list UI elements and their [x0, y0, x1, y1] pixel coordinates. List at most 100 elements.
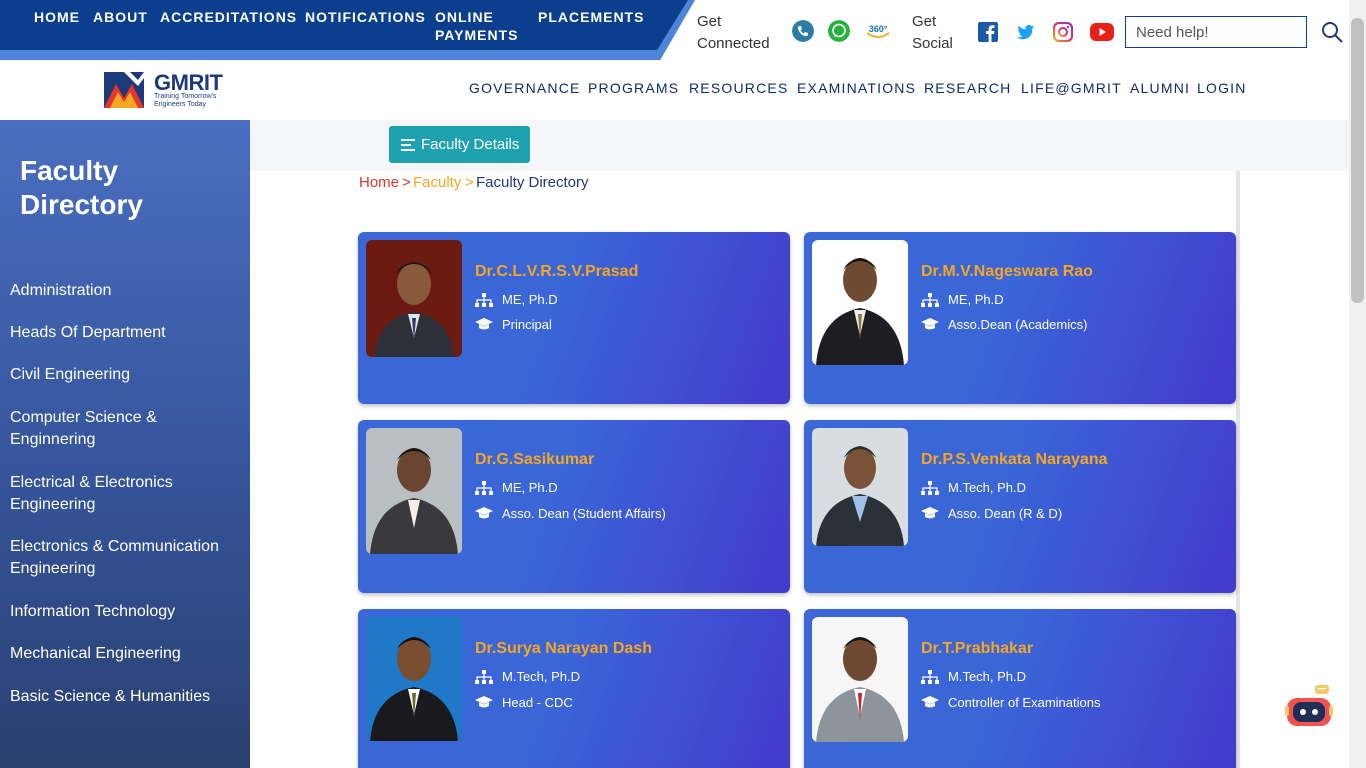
faculty-name: Dr.Surya Narayan Dash: [475, 640, 652, 657]
graduation-cap-icon: [475, 695, 493, 707]
search-icon[interactable]: [1320, 20, 1344, 44]
facebook-icon[interactable]: [978, 22, 998, 42]
sidebar-item-eee[interactable]: Electrical & Electronics Engineering: [10, 472, 190, 516]
nav-home[interactable]: HOME: [34, 8, 80, 26]
search-input[interactable]: [1125, 16, 1307, 48]
faculty-role-row: Asso. Dean (R & D): [921, 506, 1062, 521]
nav-research[interactable]: RESEARCH: [924, 80, 1011, 96]
scrollbar-thumb[interactable]: [1351, 18, 1364, 303]
faculty-photo: [366, 617, 462, 741]
sitemap-icon: [921, 292, 939, 307]
faculty-card[interactable]: Dr.Surya Narayan Dash M.Tech, Ph.D Head …: [358, 609, 790, 768]
twitter-icon[interactable]: [1015, 22, 1035, 42]
nav-notifications[interactable]: NOTIFICATIONS: [305, 8, 426, 26]
graduation-cap-icon: [921, 317, 939, 329]
nav-about[interactable]: ABOUT: [93, 8, 148, 26]
faculty-role: Asso. Dean (R & D): [948, 506, 1063, 521]
breadcrumb-separator: >: [402, 174, 411, 191]
nav-examinations[interactable]: EXAMINATIONS: [797, 80, 916, 96]
faculty-qualification-row: ME, Ph.D: [475, 292, 558, 307]
sidebar-item-it[interactable]: Information Technology: [10, 601, 240, 623]
faculty-role: Controller of Examinations: [948, 695, 1101, 710]
360-icon[interactable]: 360°: [864, 20, 892, 42]
faculty-role: Head - CDC: [502, 695, 573, 710]
faculty-qualification-row: M.Tech, Ph.D: [921, 480, 1026, 495]
faculty-role: Asso.Dean (Academics): [948, 317, 1088, 332]
faculty-qualification-row: ME, Ph.D: [921, 292, 1004, 307]
nav-accreditations[interactable]: ACCREDITATIONS: [160, 8, 297, 26]
faculty-qualification: ME, Ph.D: [502, 480, 558, 495]
sidebar-item-administration[interactable]: Administration: [10, 280, 240, 302]
youtube-icon[interactable]: [1090, 22, 1114, 42]
faculty-qualification: M.Tech, Ph.D: [948, 480, 1027, 495]
nav-life-at-gmrit[interactable]: LIFE@GMRIT: [1021, 80, 1122, 96]
faculty-photo: [366, 240, 462, 357]
sidebar-item-heads-of-department[interactable]: Heads Of Department: [10, 322, 240, 344]
nav-governance[interactable]: GOVERNANCE: [469, 80, 581, 96]
sidebar-item-civil[interactable]: Civil Engineering: [10, 364, 240, 386]
faculty-photo: [812, 240, 908, 365]
gmrit-logo[interactable]: GMRIT Training Tomorrow's Engineers Toda…: [104, 70, 224, 110]
graduation-cap-icon: [475, 506, 493, 518]
sitemap-icon: [475, 480, 493, 495]
chatbot-icon[interactable]: [1285, 684, 1335, 730]
instagram-icon[interactable]: [1053, 22, 1073, 42]
faculty-details-button[interactable]: Faculty Details: [389, 126, 530, 163]
sidebar-item-ece[interactable]: Electronics & Communication Engineering: [10, 536, 235, 580]
faculty-qualification: M.Tech, Ph.D: [948, 669, 1027, 684]
faculty-role-row: Controller of Examinations: [921, 695, 1100, 710]
sidebar-item-mechanical[interactable]: Mechanical Engineering: [10, 643, 240, 665]
faculty-qualification: ME, Ph.D: [502, 292, 558, 307]
get-connected-label: Get Connected: [697, 13, 770, 52]
breadcrumb-current: Faculty Directory: [476, 174, 589, 191]
nav-resources[interactable]: RESOURCES: [689, 80, 788, 96]
faculty-role-row: Asso.Dean (Academics): [921, 317, 1087, 332]
faculty-card[interactable]: Dr.C.L.V.R.S.V.Prasad ME, Ph.D Principal: [358, 232, 790, 404]
nav-programs[interactable]: PROGRAMS: [588, 80, 679, 96]
get-social-label: Get Social: [912, 13, 953, 52]
faculty-card[interactable]: Dr.T.Prabhakar M.Tech, Ph.D Controller o…: [804, 609, 1236, 768]
faculty-card[interactable]: Dr.P.S.Venkata Narayana M.Tech, Ph.D Ass…: [804, 420, 1236, 593]
whatsapp-icon[interactable]: [828, 20, 850, 42]
faculty-role-row: Asso. Dean (Student Affairs): [475, 506, 666, 521]
breadcrumb-home[interactable]: Home: [359, 174, 399, 191]
sidebar-item-cse[interactable]: Computer Science & Enginnering: [10, 407, 180, 451]
svg-text:360°: 360°: [869, 24, 888, 34]
graduation-cap-icon: [921, 695, 939, 707]
breadcrumb-separator: >: [465, 174, 474, 191]
sitemap-icon: [475, 669, 493, 684]
faculty-card[interactable]: Dr.M.V.Nageswara Rao ME, Ph.D Asso.Dean …: [804, 232, 1236, 404]
top-navigation: HOME ABOUT ACCREDITATIONS NOTIFICATIONS …: [0, 0, 695, 60]
graduation-cap-icon: [475, 317, 493, 329]
faculty-role-row: Principal: [475, 317, 552, 332]
logo-tagline-1: Training Tomorrow's: [154, 93, 217, 100]
faculty-qualification-row: M.Tech, Ph.D: [921, 669, 1026, 684]
faculty-name: Dr.M.V.Nageswara Rao: [921, 263, 1093, 280]
nav-online-payments[interactable]: ONLINE PAYMENTS: [435, 8, 525, 44]
nav-alumni[interactable]: ALUMNI: [1130, 80, 1190, 96]
faculty-role-row: Head - CDC: [475, 695, 573, 710]
faculty-details-label: Faculty Details: [421, 136, 520, 153]
sidebar-title: Faculty Directory: [20, 155, 143, 220]
faculty-name: Dr.G.Sasikumar: [475, 451, 595, 468]
faculty-role: Principal: [502, 317, 552, 332]
faculty-card[interactable]: Dr.G.Sasikumar ME, Ph.D Asso. Dean (Stud…: [358, 420, 790, 593]
faculty-role: Asso. Dean (Student Affairs): [502, 506, 666, 521]
faculty-photo: [812, 428, 908, 546]
phone-icon[interactable]: [792, 20, 814, 42]
nav-login[interactable]: LOGIN: [1197, 80, 1247, 96]
gmrit-logo-mark: [104, 72, 144, 108]
faculty-photo: [366, 428, 462, 554]
sidebar-item-basic-science[interactable]: Basic Science & Humanities: [10, 686, 240, 708]
logo-tagline-2: Engineers Today: [154, 101, 207, 108]
faculty-qualification-row: M.Tech, Ph.D: [475, 669, 580, 684]
breadcrumb-faculty[interactable]: Faculty: [413, 174, 461, 191]
nav-placements[interactable]: PLACEMENTS: [538, 8, 644, 26]
top-bar: HOME ABOUT ACCREDITATIONS NOTIFICATIONS …: [0, 0, 1366, 60]
faculty-sidebar: Faculty Directory Administration Heads O…: [0, 120, 250, 768]
sitemap-icon: [475, 292, 493, 307]
faculty-name: Dr.T.Prabhakar: [921, 640, 1034, 657]
list-icon: [401, 138, 415, 151]
sitemap-icon: [921, 669, 939, 684]
faculty-qualification: M.Tech, Ph.D: [502, 669, 581, 684]
